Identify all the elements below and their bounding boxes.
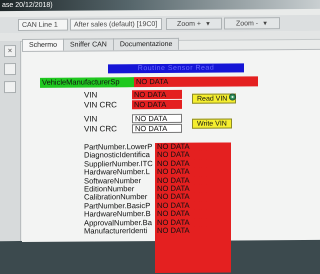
write-vin-button-label: Write VIN	[197, 120, 227, 128]
app-screen: CAN Line 1 After sales (default) [19C0] …	[0, 8, 320, 274]
profile-select-value: After sales (default) [19C0]	[74, 21, 158, 29]
write-vin-crc-label: VIN CRC	[84, 124, 117, 134]
rail-button[interactable]	[4, 81, 16, 94]
write-vin-button[interactable]: Write VIN	[192, 118, 232, 129]
identifier-label: ManufacturerIdenti	[84, 227, 148, 236]
tab-documentazione[interactable]: Documentazione	[112, 37, 180, 51]
identifiers-list: PartNumber.LowerP NO DATA DiagnosticIden…	[22, 50, 320, 236]
left-rail: ×	[0, 40, 21, 242]
chevron-down-icon: ▼	[204, 21, 211, 28]
rail-button[interactable]	[4, 63, 16, 76]
zoom-out-button[interactable]: Zoom - ▼	[224, 17, 280, 30]
zoom-in-button[interactable]: Zoom + ▼	[166, 17, 222, 30]
zoom-out-label: Zoom -	[235, 20, 259, 28]
identifier-value: NO DATA	[155, 226, 231, 236]
read-vin-button-label: Read VIN	[197, 95, 228, 103]
read-vin-value: NO DATA	[132, 89, 182, 100]
chevron-down-icon: ▼	[262, 21, 269, 28]
read-vin-label: VIN	[84, 90, 98, 100]
write-vin-crc-value[interactable]: NO DATA	[132, 123, 182, 134]
tab-strip: Schermo Sniffer CAN Documentazione	[22, 37, 180, 51]
read-vin-crc-value: NO DATA	[132, 99, 182, 110]
read-vin-crc-label: VIN CRC	[84, 100, 117, 110]
channel-select[interactable]: CAN Line 1	[18, 18, 68, 31]
gear-icon	[228, 93, 237, 101]
panel-title: Routine Sensor Read	[108, 63, 244, 74]
vehicle-manufacturer-label: VehicleManufacturerSp	[40, 77, 134, 88]
close-icon[interactable]: ×	[4, 45, 16, 58]
zoom-in-label: Zoom +	[177, 20, 201, 28]
channel-select-value: CAN Line 1	[22, 21, 58, 29]
main-panel: Routine Sensor Read VehicleManufacturerS…	[22, 48, 320, 274]
write-vin-label: VIN	[84, 114, 98, 124]
tab-sniffer-can[interactable]: Sniffer CAN	[63, 38, 114, 51]
profile-select[interactable]: After sales (default) [19C0]	[70, 17, 162, 31]
vehicle-manufacturer-value: NO DATA	[134, 76, 258, 88]
write-vin-value[interactable]: NO DATA	[132, 113, 182, 124]
tab-schermo[interactable]: Schermo	[22, 38, 65, 51]
